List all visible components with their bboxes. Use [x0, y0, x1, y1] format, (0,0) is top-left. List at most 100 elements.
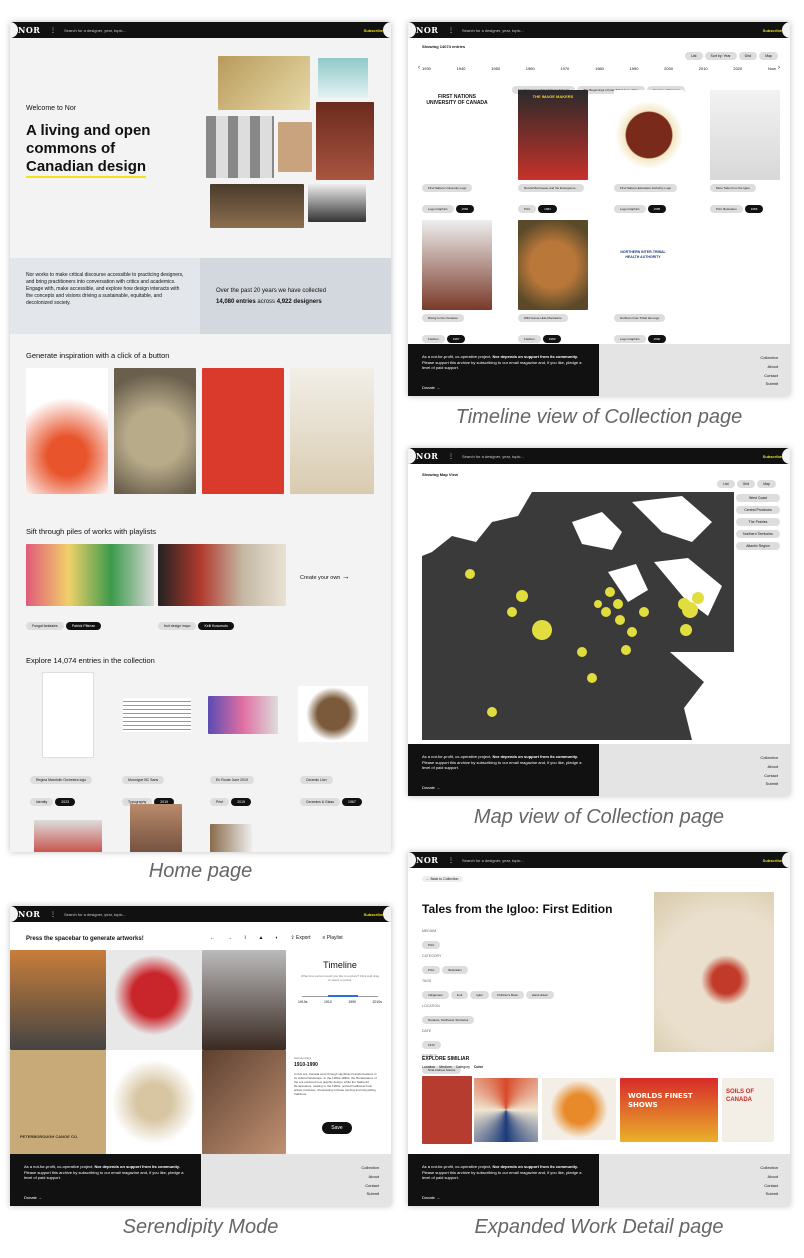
card-title[interactable]: Norval Morrisseau and the Emergence... [518, 184, 584, 192]
menu-icon[interactable]: ⋮ [448, 27, 462, 34]
canada-map[interactable] [422, 492, 734, 740]
region-filter[interactable]: Atlantic Region [736, 542, 780, 550]
timeline-icon[interactable]: ⌇ [244, 935, 246, 941]
timeline-year[interactable]: 1930 [422, 66, 431, 71]
field-tag[interactable]: Print [422, 941, 441, 949]
timeline-year[interactable]: 1940 [457, 66, 466, 71]
region-filter[interactable]: Northern Territories [736, 530, 780, 538]
subscribe-button[interactable]: Subscribe [763, 454, 782, 459]
region-filter[interactable]: The Prairies [736, 518, 780, 526]
map-toggle[interactable]: Map [759, 52, 778, 60]
search-input[interactable]: Search for a designer, year, topic... [462, 454, 763, 459]
entry-card[interactable]: Regina Mandolin Orchestra logo Identity 20… [30, 768, 94, 808]
grid-toggle[interactable]: Grid [736, 480, 756, 488]
export-button[interactable]: ⇪ Export [290, 935, 310, 941]
palette-icon[interactable]: ◐ [275, 935, 278, 941]
nor-logo[interactable]: NOR [18, 909, 50, 919]
map-location-dot[interactable] [627, 627, 637, 637]
art-tile-3[interactable] [202, 950, 286, 1050]
map-location-dot[interactable] [465, 569, 475, 579]
card-title[interactable]: Rising to the Occasion [422, 314, 465, 322]
region-filter[interactable]: West Coast [736, 494, 780, 502]
region-filter[interactable]: Central Provinces [736, 506, 780, 514]
timeline-year[interactable]: 1970 [560, 66, 569, 71]
list-toggle[interactable]: List [685, 52, 703, 60]
footer-link-about[interactable]: About [611, 763, 778, 772]
nor-logo[interactable]: NOR [416, 451, 448, 461]
footer-link-about[interactable]: About [213, 1173, 379, 1182]
entry-image-1[interactable] [42, 672, 94, 758]
list-toggle[interactable]: List [717, 480, 735, 488]
card-title[interactable]: Wild Goose Hide Moccasins [518, 314, 568, 322]
timeline-year[interactable]: 1980 [595, 66, 604, 71]
search-input[interactable]: Search for a designer, year, topic... [64, 912, 364, 917]
field-tag[interactable]: Illustration [442, 966, 468, 974]
map-location-dot[interactable] [615, 615, 625, 625]
art-tile-1[interactable] [10, 950, 106, 1050]
field-tag[interactable]: Igloo [470, 991, 489, 999]
similar-2[interactable] [474, 1078, 538, 1142]
entry-image-5[interactable] [34, 820, 102, 852]
subscribe-button[interactable]: Subscribe [364, 912, 383, 917]
field-tag[interactable]: Indigenous [422, 991, 449, 999]
entry-card[interactable]: Ceramic Lion Ceramics & Glass 1967 [300, 768, 364, 808]
timeline-year[interactable]: Now [768, 66, 776, 71]
footer-link-collection[interactable]: Collection [611, 754, 778, 763]
entry-image-4[interactable] [298, 686, 368, 742]
grid-toggle[interactable]: Grid [738, 52, 758, 60]
card-title[interactable]: Northern Inter-Tribal HA Logo [614, 314, 666, 322]
footer-link-about[interactable]: About [611, 363, 778, 372]
similar-4[interactable] [620, 1078, 718, 1142]
sort-select[interactable]: Sort by: Year [704, 52, 737, 60]
map-location-dot[interactable] [621, 645, 631, 655]
nor-logo[interactable]: NOR [18, 25, 50, 35]
map-location-dot[interactable] [613, 599, 623, 609]
entry-image-2[interactable] [123, 698, 191, 732]
playlist-button[interactable]: ≡ Playlist [322, 935, 342, 941]
explore-tab[interactable]: Color [474, 1065, 483, 1069]
timeline-card-image[interactable] [614, 220, 684, 310]
arrow-left-icon[interactable]: ← [210, 935, 215, 941]
arrow-right-icon[interactable]: → [227, 935, 232, 941]
playlist-name[interactable]: Fungal fantasies [26, 622, 64, 630]
map-location-dot[interactable] [487, 707, 497, 717]
menu-icon[interactable]: ⋮ [50, 27, 64, 34]
donate-link[interactable]: Donate → [422, 1195, 585, 1201]
card-title[interactable]: More Tales from the Igloo [710, 184, 756, 192]
footer-link-contact[interactable]: Contact [611, 372, 778, 381]
timeline-axis[interactable]: 1930 1940 1950 1960 1970 1980 1990 2000 2010 2020… [422, 66, 776, 71]
nor-logo[interactable]: NOR [416, 855, 448, 865]
field-tag[interactable]: Hand-drawn [525, 991, 555, 999]
map-location-dot[interactable] [682, 602, 698, 618]
field-tag[interactable]: Nunavut, Northwest Territories [422, 1016, 475, 1024]
timeline-card-image[interactable] [422, 220, 492, 310]
nor-logo[interactable]: NOR [416, 25, 448, 35]
art-tile-2[interactable] [106, 950, 202, 1050]
save-button[interactable]: Save [322, 1122, 352, 1134]
art-tile-6[interactable] [202, 1050, 286, 1154]
entry-image-3[interactable] [208, 696, 278, 734]
search-input[interactable]: Search for a designer, year, topic... [462, 858, 763, 863]
shape-icon[interactable]: ▲ [258, 935, 263, 941]
playlist-author[interactable]: Patrick Pittman [65, 622, 102, 630]
menu-icon[interactable]: ⋮ [448, 857, 462, 864]
footer-link-submit[interactable]: Submit [611, 1190, 778, 1199]
chevron-right-icon[interactable]: › [778, 65, 780, 71]
search-input[interactable]: Search for a designer, year, topic... [64, 28, 364, 33]
timeline-card-image[interactable] [518, 220, 588, 310]
subscribe-button[interactable]: Subscribe [763, 858, 782, 863]
map-toggle[interactable]: Map [757, 480, 776, 488]
map-location-dot[interactable] [594, 600, 602, 608]
footer-link-collection[interactable]: Collection [213, 1164, 379, 1173]
inspiration-image-4[interactable] [290, 368, 374, 494]
create-playlist-link[interactable]: Create your own → [300, 572, 350, 581]
map-location-dot[interactable] [532, 620, 552, 640]
timeline-year[interactable]: 2020 [733, 66, 742, 71]
footer-link-collection[interactable]: Collection [611, 354, 778, 363]
subscribe-button[interactable]: Subscribe [763, 28, 782, 33]
playlist-author[interactable]: Kelli Kusumoto [198, 622, 234, 630]
timeline-year[interactable]: 1960 [526, 66, 535, 71]
entry-image-7[interactable] [210, 824, 252, 852]
field-tag[interactable]: Print [422, 966, 441, 974]
card-title[interactable]: First Nations Education Authority Logo [614, 184, 678, 192]
